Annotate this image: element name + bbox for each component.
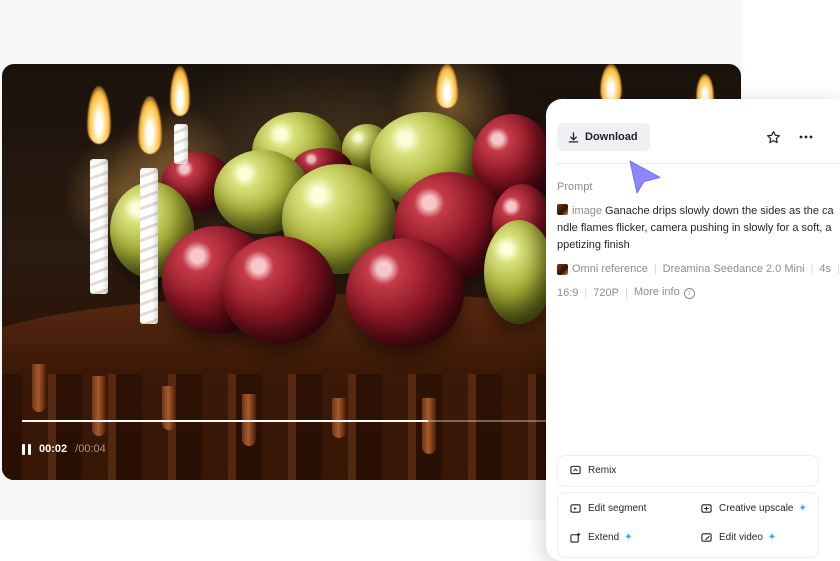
edit-actions-box: Edit segment Creative upscale ✦ Extend ✦…	[557, 492, 819, 558]
edit-segment-label: Edit segment	[588, 503, 647, 514]
remix-icon	[570, 465, 581, 476]
total-time: 00:04	[78, 443, 106, 455]
more-options-icon[interactable]	[796, 127, 816, 147]
candle	[90, 159, 108, 294]
edit-video-icon	[701, 532, 712, 543]
candle	[140, 168, 158, 324]
progress-bar[interactable]	[22, 420, 549, 422]
meta-separator: |	[624, 286, 628, 299]
remix-button[interactable]: Remix	[570, 465, 616, 476]
image-thumbnail	[557, 204, 568, 215]
prompt-kind: image	[572, 205, 602, 217]
red-grape	[346, 238, 464, 348]
reference-thumbnail	[557, 263, 568, 275]
prompt-text: image Ganache drips slowly down the sides…	[557, 203, 837, 254]
edit-video-button[interactable]: Edit video ✦	[701, 532, 776, 543]
prompt-label: Prompt	[557, 181, 593, 193]
candle-flame	[87, 86, 111, 144]
meta-row-1: Omni reference | Dreamina Seedance 2.0 M…	[557, 263, 840, 275]
ganache-drip	[162, 386, 176, 430]
remix-box: Remix	[557, 455, 819, 487]
ganache-drip	[92, 376, 106, 436]
meta-reference: Omni reference	[572, 263, 648, 275]
header-divider	[557, 163, 839, 164]
candle	[174, 124, 188, 164]
extend-label: Extend	[588, 532, 620, 543]
meta-separator: |	[584, 286, 588, 299]
extend-icon	[570, 532, 581, 543]
playback-controls: 00:02 / 00:04	[22, 441, 106, 457]
edit-segment-icon	[570, 503, 581, 514]
info-icon: i	[683, 288, 695, 299]
sparkle-icon: ✦	[767, 532, 777, 543]
edit-video-label: Edit video	[719, 532, 763, 543]
details-panel: Download Prompt image Ganache drips slowl…	[546, 99, 840, 561]
creative-upscale-button[interactable]: Creative upscale ✦	[701, 503, 807, 514]
progress-fill	[22, 420, 428, 422]
pause-icon[interactable]	[22, 443, 31, 455]
candle-flame	[600, 64, 622, 104]
meta-ratio: 16:9	[557, 286, 579, 299]
pointer-cursor-icon	[626, 156, 666, 198]
star-icon[interactable]	[763, 127, 783, 147]
meta-separator: |	[810, 263, 814, 275]
ganache-drip	[332, 398, 346, 438]
remix-label: Remix	[588, 465, 617, 476]
creative-upscale-label: Creative upscale	[719, 503, 794, 514]
more-info-label: More info	[633, 286, 680, 298]
panel-header: Download	[557, 123, 827, 151]
sparkle-icon: ✦	[798, 503, 807, 514]
candle-flame	[170, 66, 190, 116]
meta-duration: 4s	[819, 263, 832, 275]
meta-separator: |	[837, 263, 840, 275]
red-grape	[222, 236, 336, 344]
green-grape	[484, 220, 554, 324]
edit-segment-button[interactable]: Edit segment	[570, 503, 646, 514]
more-info-link[interactable]: More info i	[634, 286, 695, 299]
download-label: Download	[585, 131, 638, 143]
upscale-icon	[701, 503, 712, 514]
extend-button[interactable]: Extend ✦	[570, 532, 633, 543]
ganache-drip	[32, 364, 46, 412]
download-button[interactable]: Download	[557, 123, 650, 151]
current-time: 00:02	[39, 443, 68, 455]
meta-row-2: 16:9 | 720P | More info i	[557, 286, 840, 299]
meta-model: Dreamina Seedance 2.0 Mini	[662, 263, 805, 275]
meta-separator: |	[653, 263, 657, 275]
meta-resolution: 720P	[593, 286, 619, 299]
download-icon	[568, 131, 579, 143]
ganache-drip	[422, 398, 436, 454]
sparkle-icon: ✦	[624, 532, 633, 543]
